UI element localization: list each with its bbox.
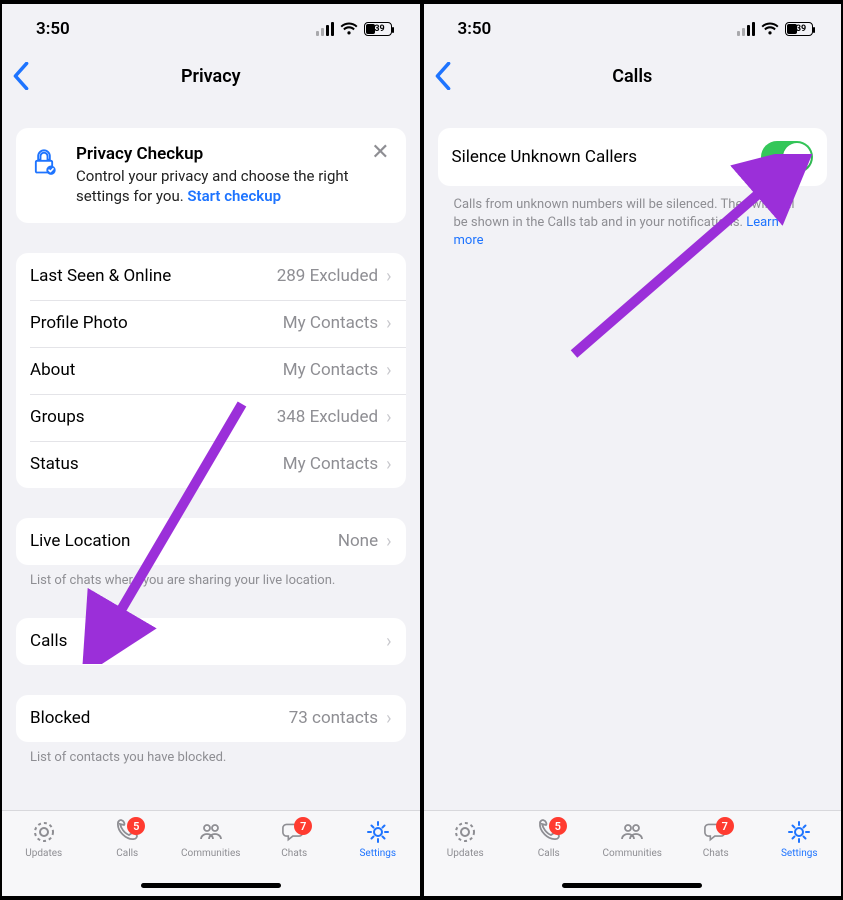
page-title: Privacy bbox=[181, 66, 241, 87]
chevron-right-icon: › bbox=[386, 407, 391, 428]
close-icon[interactable]: ✕ bbox=[369, 144, 391, 162]
chevron-right-icon: › bbox=[386, 708, 391, 729]
status-icons: 39 bbox=[316, 22, 392, 36]
tab-label: Settings bbox=[359, 848, 396, 859]
row-label: Live Location bbox=[30, 531, 130, 551]
row-label: Last Seen & Online bbox=[30, 266, 171, 286]
content-area: Silence Unknown Callers Calls from unkno… bbox=[424, 98, 842, 810]
privacy-items-group: Last Seen & Online 289 Excluded › Profile… bbox=[16, 253, 406, 488]
row-silence-unknown: Silence Unknown Callers bbox=[438, 128, 828, 186]
chevron-right-icon: › bbox=[386, 454, 391, 475]
row-label: Groups bbox=[30, 407, 85, 427]
silence-group: Silence Unknown Callers bbox=[438, 128, 828, 186]
tab-label: Chats bbox=[703, 848, 729, 859]
back-button[interactable] bbox=[12, 62, 30, 95]
row-label: About bbox=[30, 360, 75, 380]
row-last-seen[interactable]: Last Seen & Online 289 Excluded › bbox=[16, 253, 406, 300]
tab-label: Communities bbox=[603, 848, 662, 859]
clock: 3:50 bbox=[458, 19, 492, 39]
nav-header: Calls bbox=[424, 54, 842, 98]
row-label: Calls bbox=[30, 631, 67, 651]
row-about[interactable]: About My Contacts › bbox=[16, 347, 406, 394]
chevron-right-icon: › bbox=[386, 631, 391, 652]
silence-description: Calls from unknown numbers will be silen… bbox=[438, 186, 828, 251]
status-bar: 3:50 39 bbox=[2, 4, 420, 54]
calls-group: Calls › bbox=[16, 618, 406, 665]
row-calls[interactable]: Calls › bbox=[16, 618, 406, 665]
row-groups[interactable]: Groups 348 Excluded › bbox=[16, 394, 406, 441]
row-value: 73 contacts bbox=[289, 708, 378, 728]
calls-badge: 5 bbox=[549, 817, 567, 835]
tab-settings[interactable]: Settings bbox=[758, 819, 842, 896]
live-location-group: Live Location None › bbox=[16, 518, 406, 565]
row-value: My Contacts bbox=[283, 360, 378, 380]
row-label: Silence Unknown Callers bbox=[452, 147, 638, 167]
back-button[interactable] bbox=[434, 62, 452, 95]
screenshot-privacy: 3:50 39 Privacy Privacy Checkup bbox=[0, 0, 422, 900]
silence-toggle[interactable] bbox=[761, 141, 813, 173]
nav-header: Privacy bbox=[2, 54, 420, 98]
wifi-icon bbox=[761, 22, 779, 36]
chats-badge: 7 bbox=[294, 817, 312, 835]
row-value: 348 Excluded bbox=[277, 407, 378, 427]
status-bar: 3:50 39 bbox=[424, 4, 842, 54]
row-status[interactable]: Status My Contacts › bbox=[16, 441, 406, 488]
tab-settings[interactable]: Settings bbox=[336, 819, 420, 896]
blocked-group: Blocked 73 contacts › bbox=[16, 695, 406, 742]
chevron-right-icon: › bbox=[386, 313, 391, 334]
row-value: None bbox=[338, 531, 378, 551]
tab-bar: Updates 5 Calls Communities 7 Chats Sett… bbox=[2, 810, 420, 896]
tab-label: Calls bbox=[116, 848, 138, 859]
checkup-title: Privacy Checkup bbox=[76, 144, 355, 164]
blocked-note: List of contacts you have blocked. bbox=[16, 742, 406, 765]
chevron-right-icon: › bbox=[386, 266, 391, 287]
home-indicator bbox=[141, 883, 281, 888]
tab-label: Settings bbox=[781, 848, 818, 859]
screenshot-calls: 3:50 39 Calls Silence Unknown Callers Ca… bbox=[422, 0, 843, 900]
cellular-icon bbox=[316, 22, 334, 36]
tab-bar: Updates 5 Calls Communities 7 Chats Sett… bbox=[424, 810, 842, 896]
row-label: Profile Photo bbox=[30, 313, 128, 333]
lock-checkup-icon bbox=[30, 148, 62, 176]
row-profile-photo[interactable]: Profile Photo My Contacts › bbox=[16, 300, 406, 347]
home-indicator bbox=[562, 883, 702, 888]
live-location-note: List of chats where you are sharing your… bbox=[16, 565, 406, 588]
page-title: Calls bbox=[612, 66, 652, 87]
tab-label: Communities bbox=[181, 848, 240, 859]
wifi-icon bbox=[340, 22, 358, 36]
row-live-location[interactable]: Live Location None › bbox=[16, 518, 406, 565]
content-area: Privacy Checkup Control your privacy and… bbox=[2, 98, 420, 810]
tab-label: Updates bbox=[447, 848, 484, 859]
clock: 3:50 bbox=[36, 19, 70, 39]
row-value: My Contacts bbox=[283, 454, 378, 474]
battery-icon: 39 bbox=[785, 22, 813, 36]
chevron-right-icon: › bbox=[386, 531, 391, 552]
tab-label: Updates bbox=[25, 848, 62, 859]
status-icons: 39 bbox=[737, 22, 813, 36]
chats-badge: 7 bbox=[716, 817, 734, 835]
start-checkup-link[interactable]: Start checkup bbox=[187, 187, 281, 205]
cellular-icon bbox=[737, 22, 755, 36]
privacy-checkup-card: Privacy Checkup Control your privacy and… bbox=[16, 128, 406, 223]
tab-label: Calls bbox=[538, 848, 560, 859]
row-value: My Contacts bbox=[283, 313, 378, 333]
row-label: Blocked bbox=[30, 708, 90, 728]
row-value: 289 Excluded bbox=[277, 266, 378, 286]
tab-updates[interactable]: Updates bbox=[424, 819, 508, 896]
chevron-right-icon: › bbox=[386, 360, 391, 381]
row-blocked[interactable]: Blocked 73 contacts › bbox=[16, 695, 406, 742]
tab-updates[interactable]: Updates bbox=[2, 819, 86, 896]
battery-icon: 39 bbox=[364, 22, 392, 36]
calls-badge: 5 bbox=[127, 817, 145, 835]
row-label: Status bbox=[30, 454, 79, 474]
tab-label: Chats bbox=[281, 848, 307, 859]
